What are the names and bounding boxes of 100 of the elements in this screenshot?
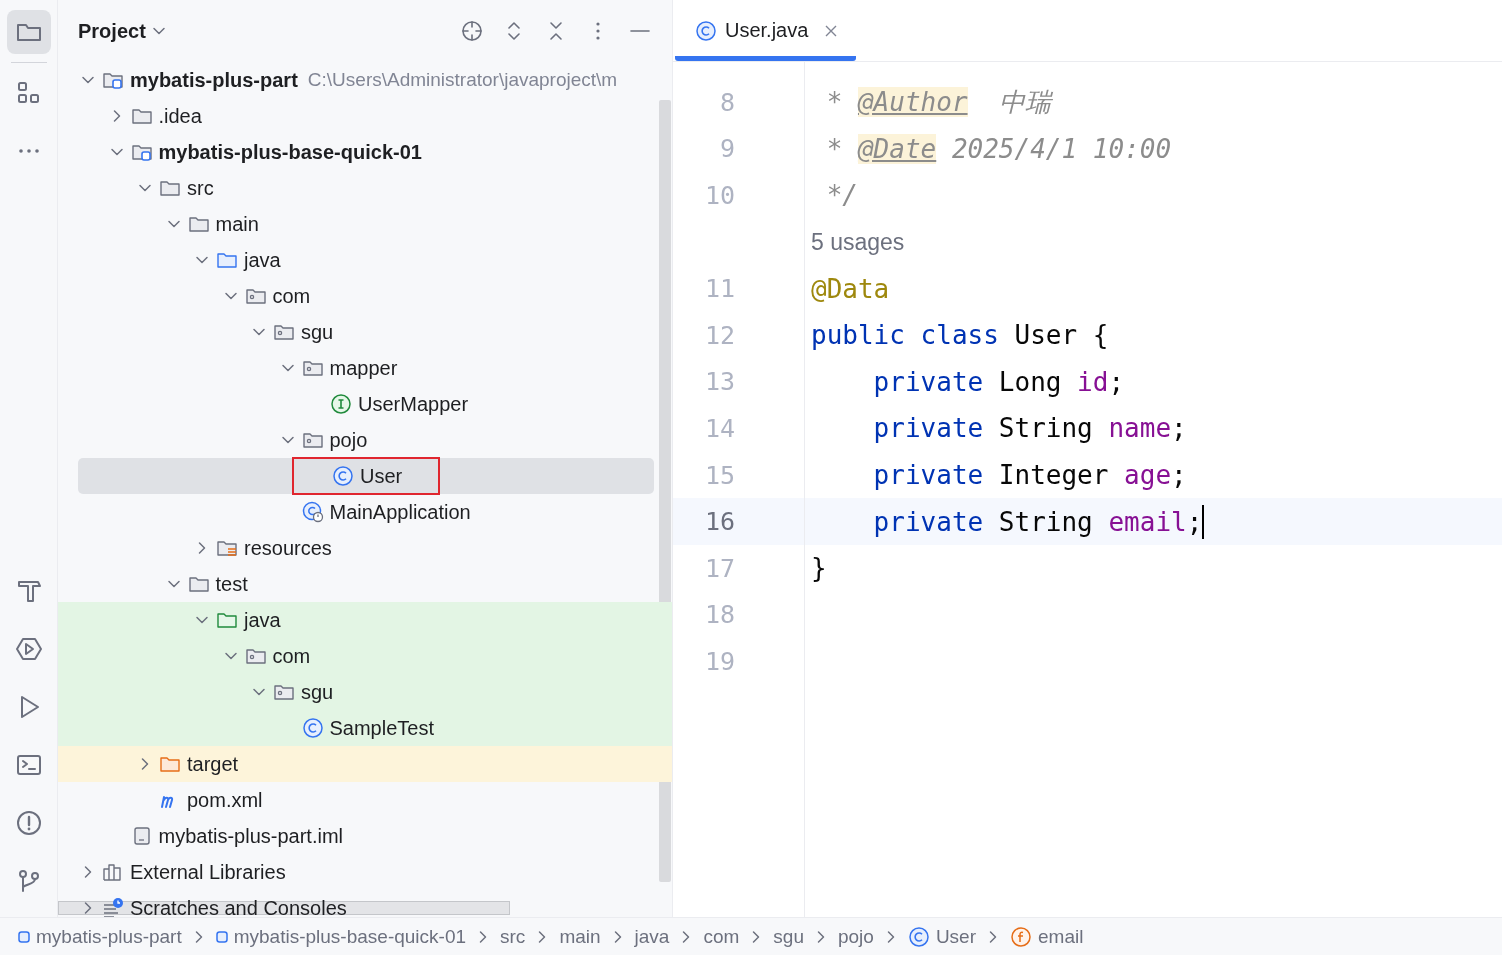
usages-hint[interactable]: 5 usages [811, 228, 905, 256]
tree-item[interactable]: mybatis-plus-part.iml [78, 818, 654, 854]
tree-label: .idea [158, 104, 202, 128]
tree-item[interactable]: .idea [78, 98, 654, 134]
services-icon [14, 635, 43, 663]
crosshair-icon[interactable] [460, 19, 484, 43]
panel-title[interactable]: Project [78, 19, 146, 43]
class-icon [301, 501, 324, 523]
breadcrumb[interactable]: mybatis-plus-base-quick-01 [215, 925, 467, 948]
field-icon [1010, 925, 1032, 948]
tree-item[interactable]: sgu [78, 674, 654, 710]
tree-item[interactable]: User [78, 458, 654, 494]
tree-item[interactable]: resources [78, 530, 654, 566]
code-token: Integer [997, 460, 1110, 491]
tree-label: com [272, 284, 311, 308]
libraries-icon [102, 861, 124, 883]
code-token: } [811, 553, 827, 584]
code-token: private [872, 506, 984, 537]
line-number: 19 [703, 646, 735, 676]
code-token: String [997, 506, 1094, 537]
breadcrumb[interactable]: User [907, 925, 976, 948]
code-token: * [825, 133, 844, 164]
warning-icon [14, 809, 43, 837]
breadcrumb[interactable]: mybatis-plus-part [18, 925, 182, 948]
tab-label: User.java [725, 19, 809, 42]
breadcrumb[interactable]: src [500, 925, 526, 948]
code-token: */ [825, 180, 858, 211]
code-token: String [997, 413, 1094, 444]
tree-item[interactable]: Scratches and Consoles [78, 890, 654, 917]
tree-label: UserMapper [358, 392, 469, 416]
tree-label: User [360, 464, 403, 488]
line-number: 16 [703, 507, 735, 537]
tree-item[interactable]: pom.xml [78, 782, 654, 818]
tree-label: mapper [329, 356, 398, 380]
code-token: @Data [811, 273, 890, 304]
tree-label: MainApplication [329, 500, 471, 524]
tree-item[interactable]: main [78, 206, 654, 242]
code-token: Long [997, 366, 1063, 397]
code-token: email [1108, 506, 1187, 537]
tree-item[interactable]: MainApplication [78, 494, 654, 530]
code-token: id [1077, 366, 1109, 397]
tool-window-button[interactable] [6, 10, 51, 54]
line-number: 9 [718, 134, 735, 164]
tree-item[interactable]: test [78, 566, 654, 602]
line-number: 17 [703, 553, 735, 583]
tree-item[interactable]: sgu [78, 314, 654, 350]
breadcrumb[interactable]: email [1010, 925, 1084, 948]
line-number: 12 [703, 320, 735, 350]
tree-label: target [187, 752, 239, 776]
code-token: 中瑞 [997, 85, 1051, 119]
more-icon [18, 149, 39, 153]
tree-label: test [215, 572, 248, 596]
close-icon[interactable] [824, 23, 839, 38]
path-hint: C:\Users\Administrator\javaproject\m [307, 69, 618, 91]
line-number: 8 [718, 87, 735, 117]
tree-item[interactable]: mybatis-plus-base-quick-01 [78, 134, 654, 170]
tree-item[interactable]: com [78, 638, 654, 674]
code-token: name [1108, 413, 1172, 444]
scrollbar[interactable] [58, 901, 510, 915]
line-number: 11 [703, 274, 735, 304]
interface-icon [330, 393, 352, 415]
breadcrumb[interactable]: com [703, 925, 740, 948]
tree-item[interactable]: java [78, 242, 654, 278]
code-token: ; [1171, 413, 1187, 444]
code-token: age [1124, 460, 1172, 491]
tree-item[interactable]: mapper [78, 350, 654, 386]
tree-item[interactable]: pojo [78, 422, 654, 458]
breadcrumb[interactable]: pojo [837, 925, 874, 948]
module-icon [18, 930, 30, 943]
tree-item[interactable]: SampleTest [78, 710, 654, 746]
tree-item[interactable]: java [78, 602, 654, 638]
module-icon [215, 930, 228, 943]
line-number: 13 [703, 367, 735, 397]
editor-tab[interactable]: User.java [675, 0, 857, 61]
class-icon [332, 465, 354, 487]
code-token: User { [1013, 320, 1109, 351]
breadcrumb[interactable]: java [634, 925, 670, 948]
tree-item[interactable]: src [78, 170, 654, 206]
tree-item[interactable]: UserMapper [78, 386, 654, 422]
tree-label: mybatis-plus-base-quick-01 [158, 140, 422, 164]
tree-label: pojo [329, 428, 368, 452]
tree-item[interactable]: mybatis-plus-part C:\Users\Administrator\javaproject\m [78, 62, 654, 98]
tree-label: java [244, 248, 281, 272]
line-number: 14 [703, 413, 735, 443]
code-token: private [872, 413, 984, 444]
tree-label: resources [244, 536, 332, 560]
code-token: private [872, 366, 984, 397]
line-number: 15 [703, 460, 735, 490]
code-token: ; [1108, 366, 1125, 397]
tree-item[interactable]: External Libraries [78, 854, 654, 890]
tree-label: src [187, 176, 214, 200]
class-icon [695, 19, 717, 42]
code-token: @Date [857, 133, 937, 164]
tree-item[interactable]: target [78, 746, 654, 782]
breadcrumb[interactable]: sgu [773, 925, 804, 948]
class-icon [907, 925, 930, 948]
tree-item[interactable]: com [78, 278, 654, 314]
code-token: public class [811, 320, 999, 351]
breadcrumb[interactable]: main [559, 925, 601, 948]
line-number: 18 [703, 600, 735, 630]
